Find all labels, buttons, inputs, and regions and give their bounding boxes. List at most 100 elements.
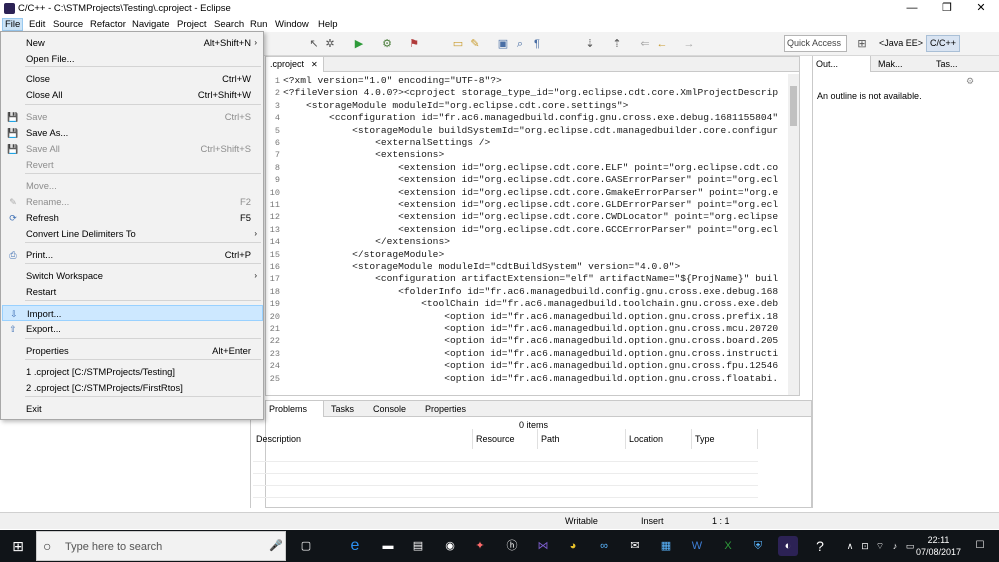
minimize-button[interactable]: —: [897, 1, 927, 16]
col-path[interactable]: Path: [538, 429, 626, 449]
editor-tab-cproject[interactable]: .cproject ✕: [266, 57, 324, 72]
menu-item-save[interactable]: 💾 Save Ctrl+S: [2, 109, 263, 125]
notifications-icon[interactable]: ☐: [970, 536, 990, 556]
edge-browser-icon[interactable]: e: [345, 536, 365, 556]
code-line[interactable]: 18 <folderInfo id="fr.ac6.managedbuild.c…: [266, 286, 778, 298]
menu-item-close-all[interactable]: Close All Ctrl+Shift+W: [2, 87, 263, 103]
prev-annotation-icon[interactable]: ⇡: [610, 37, 624, 51]
pointer-icon[interactable]: ↖: [307, 37, 321, 51]
defender-icon[interactable]: ⛨: [748, 536, 768, 556]
menu-run[interactable]: Run: [248, 18, 269, 31]
menu-item-save-all[interactable]: 💾 Save All Ctrl+Shift+S: [2, 141, 263, 157]
menu-item-exit[interactable]: Exit: [2, 401, 263, 417]
menu-file[interactable]: File: [2, 18, 24, 31]
menu-item-close[interactable]: Close Ctrl+W: [2, 71, 263, 87]
code-line[interactable]: 13 <extension id="org.eclipse.cdt.core.G…: [266, 224, 778, 236]
code-line[interactable]: 8 <extension id="org.eclipse.cdt.core.EL…: [266, 162, 778, 174]
menu-item-switch-workspace[interactable]: Switch Workspace ›: [2, 268, 263, 284]
close-button[interactable]: ✕: [966, 1, 996, 16]
calculator-icon[interactable]: ▦: [656, 536, 676, 556]
media-icon[interactable]: ◉: [440, 536, 460, 556]
menu-item-convert-line-delimiters-to[interactable]: Convert Line Delimiters To ›: [2, 226, 263, 242]
word-icon[interactable]: W: [687, 536, 707, 556]
col-description[interactable]: Description: [253, 429, 473, 449]
chrome-icon[interactable]: ◕: [563, 536, 583, 556]
col-type[interactable]: Type: [692, 429, 758, 449]
menu-search[interactable]: Search: [212, 18, 246, 31]
code-line[interactable]: 15 </storageModule>: [266, 249, 444, 261]
quick-access-input[interactable]: Quick Access: [784, 35, 847, 52]
arduino-icon[interactable]: ∞: [594, 536, 614, 556]
code-line[interactable]: 19 <toolChain id="fr.ac6.managedbuild.to…: [266, 298, 778, 310]
menu-item-move[interactable]: Move...: [2, 178, 263, 194]
perspective-cpp[interactable]: C/C++: [926, 35, 961, 52]
open-type-icon[interactable]: ▣: [496, 37, 510, 51]
view-menu-icon[interactable]: ⚙: [966, 76, 974, 87]
brush-icon[interactable]: ✎: [468, 37, 482, 51]
code-line[interactable]: 22 <option id="fr.ac6.managedbuild.optio…: [266, 335, 778, 347]
back-icon[interactable]: ←: [655, 37, 669, 51]
menu-item-revert[interactable]: Revert: [2, 157, 263, 173]
menu-edit[interactable]: Edit: [27, 18, 47, 31]
eclipse-taskbar-icon[interactable]: ◐: [778, 536, 798, 556]
external-tools-icon[interactable]: ⚑: [407, 37, 421, 51]
close-tab-icon[interactable]: ✕: [311, 57, 318, 72]
code-area[interactable]: 1 <?xml version="1.0" encoding="UTF-8"?> 2…: [266, 75, 786, 395]
editor-scrollbar[interactable]: [788, 74, 799, 395]
code-line[interactable]: 9 <extension id="org.eclipse.cdt.core.GA…: [266, 174, 778, 186]
menu-item-2-cproject-c-stmprojects-firstrtos[interactable]: 2 .cproject [C:/STMProjects/FirstRtos]: [2, 380, 263, 396]
menu-refactor[interactable]: Refactor: [88, 18, 128, 31]
code-line[interactable]: 20 <option id="fr.ac6.managedbuild.optio…: [266, 311, 778, 323]
search-toolbar-icon[interactable]: ⌕: [513, 37, 527, 51]
code-line[interactable]: 24 <option id="fr.ac6.managedbuild.optio…: [266, 360, 778, 372]
code-line[interactable]: 2 <?fileVersion 4.0.0?><cproject storage_…: [266, 87, 778, 99]
windows-start-icon[interactable]: ⊞: [8, 536, 28, 556]
menu-item-refresh[interactable]: ⟳ Refresh F5: [2, 210, 263, 226]
excel-icon[interactable]: X: [718, 536, 738, 556]
code-line[interactable]: 14 </extensions>: [266, 236, 450, 248]
code-line[interactable]: 5 <storageModule buildSystemId="org.ecli…: [266, 125, 778, 137]
menu-window[interactable]: Window: [273, 18, 311, 31]
paint-icon[interactable]: ✦: [470, 536, 490, 556]
debug-bug-icon[interactable]: ✲: [323, 37, 337, 51]
microphone-icon[interactable]: 🎤: [269, 539, 283, 552]
open-folder-icon[interactable]: ▭: [451, 37, 465, 51]
menu-item-print[interactable]: ⎙ Print... Ctrl+P: [2, 247, 263, 263]
last-edit-icon[interactable]: ⇐: [638, 37, 652, 51]
col-resource[interactable]: Resource: [473, 429, 538, 449]
menu-item-save-as[interactable]: 💾 Save As...: [2, 125, 263, 141]
clock-time[interactable]: 22:11: [916, 535, 961, 545]
code-line[interactable]: 16 <storageModule moduleId="cdtBuildSyst…: [266, 261, 680, 273]
code-line[interactable]: 6 <externalSettings />: [266, 137, 490, 149]
col-location[interactable]: Location: [626, 429, 692, 449]
menu-item-restart[interactable]: Restart: [2, 284, 263, 300]
next-annotation-icon[interactable]: ⇣: [583, 37, 597, 51]
open-perspective-icon[interactable]: ⊞: [855, 37, 869, 51]
menu-item-properties[interactable]: Properties Alt+Enter: [2, 343, 263, 359]
tab-problems[interactable]: Problems: [266, 401, 324, 417]
file-explorer-icon[interactable]: ▬: [378, 536, 398, 556]
code-line[interactable]: 21 <option id="fr.ac6.managedbuild.optio…: [266, 323, 778, 335]
store-icon[interactable]: ▤: [408, 536, 428, 556]
run-external-icon[interactable]: ⚙: [380, 37, 394, 51]
menu-item-new[interactable]: New Alt+Shift+N ›: [2, 35, 263, 51]
perspective-java-ee[interactable]: <Java EE>: [876, 35, 926, 52]
run-icon[interactable]: ▶: [352, 37, 366, 51]
menu-source[interactable]: Source: [51, 18, 85, 31]
tab-tasks[interactable]: Tasks: [328, 401, 368, 417]
code-line[interactable]: 12 <extension id="org.eclipse.cdt.core.C…: [266, 211, 778, 223]
code-line[interactable]: 3 <storageModule moduleId="org.eclipse.c…: [266, 100, 629, 112]
mail-icon[interactable]: ✉: [625, 536, 645, 556]
menu-project[interactable]: Project: [175, 18, 209, 31]
task-view-icon[interactable]: ▢: [296, 536, 316, 556]
tab-make-targets[interactable]: Mak...: [875, 56, 933, 72]
code-line[interactable]: 7 <extensions>: [266, 149, 444, 161]
help-icon[interactable]: ?: [810, 536, 830, 556]
menu-item-1-cproject-c-stmprojects-testing[interactable]: 1 .cproject [C:/STMProjects/Testing]: [2, 364, 263, 380]
menu-help[interactable]: Help: [316, 18, 340, 31]
hp-icon[interactable]: ⓗ: [502, 536, 522, 556]
code-editor[interactable]: .cproject ✕ 1 <?xml version="1.0" encodin…: [265, 56, 800, 396]
menu-item-rename[interactable]: ✎ Rename... F2: [2, 194, 263, 210]
tab-outline[interactable]: Out...: [813, 56, 871, 72]
code-line[interactable]: 17 <configuration artifactExtension="elf…: [266, 273, 778, 285]
